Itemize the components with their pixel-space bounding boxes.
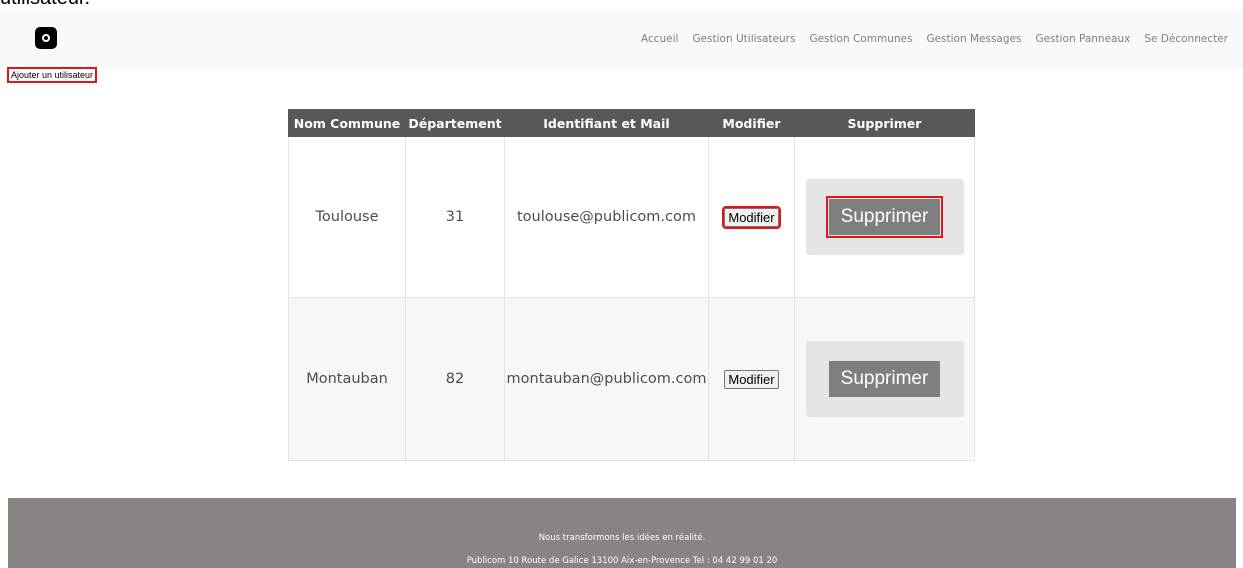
cell-departement: 31 — [405, 136, 505, 298]
add-user-button[interactable]: Ajouter un utilisateur — [7, 67, 98, 83]
supprimer-button-frame: Supprimer — [805, 179, 964, 255]
header-departement: Département — [405, 109, 505, 137]
cell-modifier: Modifier — [708, 136, 795, 298]
nav-links: Accueil Gestion Utilisateurs Gestion Com… — [641, 10, 1228, 68]
table-header-row: Nom Commune Département Identifiant et M… — [288, 109, 975, 137]
footer-tagline: Nous transformons les idées en réalité. — [538, 533, 706, 543]
cell-modifier: Modifier — [708, 297, 795, 461]
header-identifiant-mail: Identifiant et Mail — [504, 109, 709, 137]
header-nom-commune: Nom Commune — [288, 109, 406, 137]
brand-logo-icon[interactable] — [35, 27, 57, 49]
cell-commune: Toulouse — [288, 136, 406, 298]
users-table: Nom Commune Département Identifiant et M… — [288, 109, 975, 461]
nav-accueil[interactable]: Accueil — [641, 33, 679, 45]
cell-departement: 82 — [405, 297, 505, 461]
supprimer-button-frame: Supprimer — [805, 341, 964, 417]
top-navbar: Accueil Gestion Utilisateurs Gestion Com… — [0, 10, 1243, 68]
cell-mail: montauban@publicom.com — [504, 297, 709, 461]
supprimer-button[interactable]: Supprimer — [828, 361, 941, 397]
cell-commune: Montauban — [288, 297, 406, 461]
modifier-button[interactable]: Modifier — [722, 205, 781, 229]
nav-gestion-utilisateurs[interactable]: Gestion Utilisateurs — [692, 33, 795, 45]
nav-gestion-panneaux[interactable]: Gestion Panneaux — [1035, 33, 1130, 45]
page-footer: Nous transformons les idées en réalité. … — [8, 498, 1236, 568]
modifier-button[interactable]: Modifier — [724, 369, 779, 389]
table-row: Toulouse 31 toulouse@publicom.com Modifi… — [288, 136, 975, 298]
cell-supprimer: Supprimer — [794, 297, 975, 461]
cell-mail: toulouse@publicom.com — [504, 136, 709, 298]
header-supprimer: Supprimer — [794, 109, 975, 137]
footer-address: Publicom 10 Route de Galice 13100 Aix-en… — [466, 556, 778, 566]
supprimer-button[interactable]: Supprimer — [825, 196, 944, 238]
header-modifier: Modifier — [708, 109, 795, 137]
nav-se-deconnecter[interactable]: Se Déconnecter — [1144, 33, 1228, 45]
document-caption-fragment: utilisateur. — [0, 0, 220, 10]
nav-gestion-communes[interactable]: Gestion Communes — [809, 33, 912, 45]
nav-gestion-messages[interactable]: Gestion Messages — [926, 33, 1021, 45]
cell-supprimer: Supprimer — [794, 136, 975, 298]
table-row: Montauban 82 montauban@publicom.com Modi… — [288, 297, 975, 461]
